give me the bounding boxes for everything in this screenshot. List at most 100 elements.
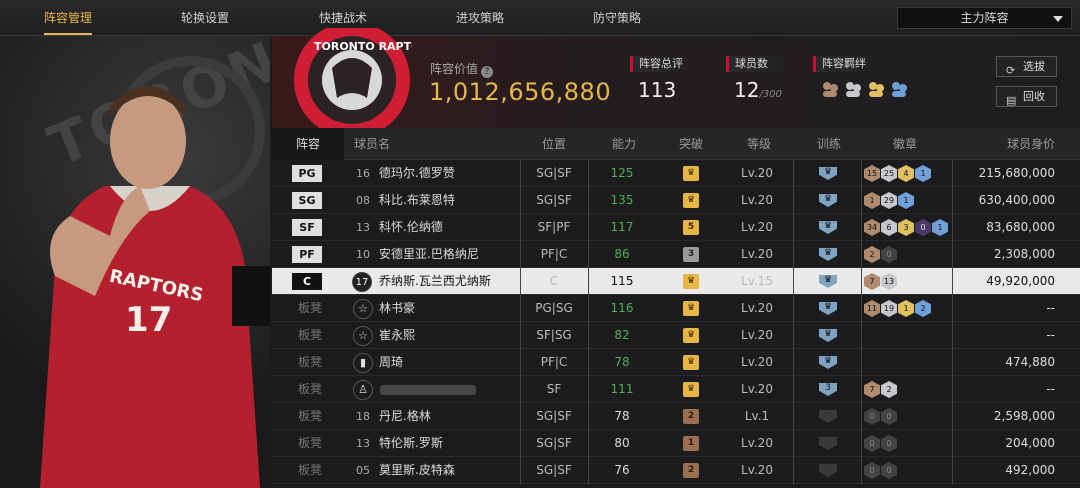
column-divider [588, 187, 589, 214]
player-name[interactable]: 莫里斯.皮特森 [379, 457, 455, 484]
badge-hex-icon: 0 [881, 462, 897, 479]
player-name[interactable]: 丹尼.格林 [379, 403, 431, 430]
breakthrough-icon[interactable]: 1 [683, 436, 699, 451]
player-name[interactable]: 乔纳斯.瓦兰西尤纳斯 [379, 268, 491, 295]
table-row[interactable]: C 17 乔纳斯.瓦兰西尤纳斯 C 115 ♛ Lv.15 ♛ 7 13 49,920,000 [272, 268, 1080, 295]
training-icon[interactable]: ♛ [819, 302, 837, 315]
training-icon[interactable] [819, 410, 837, 423]
select-button[interactable]: ⟳ 选拔 [996, 56, 1057, 77]
table-row[interactable]: SG 08 科比.布莱恩特 SG|SF 135 ♛ Lv.20 ♛ 1 29 1 630,400,00… [272, 187, 1080, 214]
breakthrough-icon[interactable]: ♛ [683, 382, 699, 397]
breakthrough-icon[interactable]: ♛ [683, 355, 699, 370]
tab-offense-strategy[interactable]: 进攻策略 [456, 0, 504, 36]
column-divider [793, 349, 794, 376]
breakthrough-icon[interactable]: ♛ [683, 193, 699, 208]
player-name[interactable]: 科比.布莱恩特 [379, 187, 455, 214]
badge-list[interactable]: 00 [864, 462, 897, 479]
position-slot-badge[interactable]: SF [292, 219, 322, 236]
table-row[interactable]: 板凳 ☆ 林书豪 PG|SG 116 ♛ Lv.20 ♛ 11 19 1 2 -- [272, 295, 1080, 322]
bond-icon-2[interactable] [844, 80, 862, 98]
breakthrough-icon[interactable]: ♛ [683, 328, 699, 343]
tab-rotation-settings[interactable]: 轮换设置 [181, 0, 229, 36]
breakthrough-icon[interactable]: 2 [683, 409, 699, 424]
position-slot-badge[interactable]: C [292, 273, 322, 290]
column-divider [520, 187, 521, 214]
recycle-button[interactable]: ▤ 回收 [996, 86, 1057, 107]
player-position: PG|SG [535, 301, 573, 315]
position-slot-badge[interactable]: PF [292, 246, 322, 263]
badge-list[interactable]: 00 [864, 435, 897, 452]
badge-list[interactable]: 72 [864, 381, 897, 398]
bond-label: 阵容羁绊 [813, 56, 883, 72]
breakthrough-icon[interactable]: 5 [683, 220, 699, 235]
jersey-number: 13 [356, 437, 370, 450]
player-salary: 83,680,000 [986, 220, 1055, 234]
player-name[interactable]: 崔永熙 [379, 322, 415, 349]
table-row[interactable]: 板凳 ☆ 崔永熙 SF|SG 82 ♛ Lv.20 ♛ -- [272, 322, 1080, 349]
bond-icon-3[interactable] [867, 80, 885, 98]
table-row[interactable]: 板凳 05 莫里斯.皮特森 SG|SF 76 2 Lv.20 0 0 492,000 [272, 457, 1080, 484]
column-divider [588, 457, 589, 484]
player-salary: 204,000 [1005, 436, 1055, 450]
table-row[interactable]: SF 13 科怀.伦纳德 SF|PF 117 5 Lv.20 ♛ 34 6 3 0 1 83,680,00… [272, 214, 1080, 241]
column-divider [861, 403, 862, 430]
player-rating: 78 [614, 409, 630, 423]
badge-hex-icon: 4 [898, 165, 914, 182]
breakthrough-icon[interactable]: ♛ [683, 301, 699, 316]
badge-list[interactable]: 7 13 [864, 273, 897, 290]
badge-list[interactable]: 00 [864, 408, 897, 425]
badge-hex-icon: 1 [864, 192, 880, 209]
player-name[interactable]: 林书豪 [379, 295, 415, 322]
player-rating: 76 [614, 463, 630, 477]
lineup-dropdown[interactable]: 主力阵容 [897, 7, 1072, 29]
training-icon[interactable]: ♛ [819, 167, 837, 180]
position-slot-badge[interactable]: SG [292, 192, 322, 209]
table-row[interactable]: 板凳 ▮ 周琦 PF|C 78 ♛ Lv.20 ♛ 474,880 [272, 349, 1080, 376]
training-icon[interactable]: ♛ [819, 194, 837, 207]
training-icon[interactable]: ♛ [819, 329, 837, 342]
training-icon[interactable] [819, 437, 837, 450]
table-row[interactable]: PG 16 德玛尔.德罗赞 SG|SF 125 ♛ Lv.20 ♛ 15 25 4 1 215,680,… [272, 160, 1080, 187]
breakthrough-icon[interactable]: ♛ [683, 166, 699, 181]
player-name[interactable]: 科怀.伦纳德 [379, 214, 443, 241]
help-icon[interactable]: ? [481, 66, 494, 78]
badge-list[interactable]: 20 [864, 246, 897, 263]
training-icon[interactable]: ♛ [819, 275, 837, 288]
bond-icon-1[interactable] [821, 80, 839, 98]
player-name[interactable]: 安德里亚.巴格纳尼 [379, 241, 479, 268]
badge-list[interactable]: 34 6 3 0 1 [864, 219, 948, 236]
table-row[interactable]: PF 10 安德里亚.巴格纳尼 PF|C 86 3 Lv.20 ♛ 2 0 2,308,000 [272, 241, 1080, 268]
badge-hex-icon: 1 [898, 192, 914, 209]
breakthrough-icon[interactable]: 2 [683, 463, 699, 478]
training-icon[interactable]: ♛ [819, 221, 837, 234]
tab-lineup-management[interactable]: 阵容管理 [44, 0, 93, 36]
breakthrough-icon[interactable]: 3 [683, 247, 699, 262]
table-row[interactable]: 板凳 18 丹尼.格林 SG|SF 78 2 Lv.1 0 0 2,598,000 [272, 403, 1080, 430]
badge-list[interactable]: 15 25 4 1 [864, 165, 931, 182]
training-icon[interactable]: ♛ [819, 248, 837, 261]
player-level: Lv.1 [744, 409, 770, 423]
column-divider [793, 376, 794, 403]
player-name[interactable]: 周琦 [379, 349, 403, 376]
jersey-number: 05 [356, 464, 370, 477]
breakthrough-icon[interactable]: ♛ [683, 274, 699, 289]
table-row[interactable]: 板凳 13 特伦斯.罗斯 SG|SF 80 1 Lv.20 0 0 204,000 [272, 430, 1080, 457]
table-row[interactable]: 板凳 ♙ SF 111 ♛ Lv.20 3 7 2 -- [272, 376, 1080, 403]
training-icon[interactable]: ♛ [819, 356, 837, 369]
badge-list[interactable]: 11 19 1 2 [864, 300, 931, 317]
badge-list[interactable]: 1 29 1 [864, 192, 914, 209]
position-slot-badge[interactable]: PG [292, 165, 322, 182]
training-icon[interactable]: 3 [819, 383, 837, 396]
tab-defense-strategy[interactable]: 防守策略 [593, 0, 641, 36]
bond-icon-4[interactable] [890, 80, 908, 98]
training-icon[interactable] [819, 464, 837, 477]
player-position: SG|SF [536, 436, 572, 450]
bench-label: 板凳 [298, 436, 323, 450]
player-position: PF|C [540, 247, 568, 261]
player-name[interactable]: 德玛尔.德罗赞 [379, 160, 455, 187]
player-portrait: RAPTORS 17 [40, 56, 270, 488]
column-divider [520, 403, 521, 430]
column-divider [793, 268, 794, 295]
player-name[interactable]: 特伦斯.罗斯 [379, 430, 443, 457]
column-divider [952, 241, 953, 268]
